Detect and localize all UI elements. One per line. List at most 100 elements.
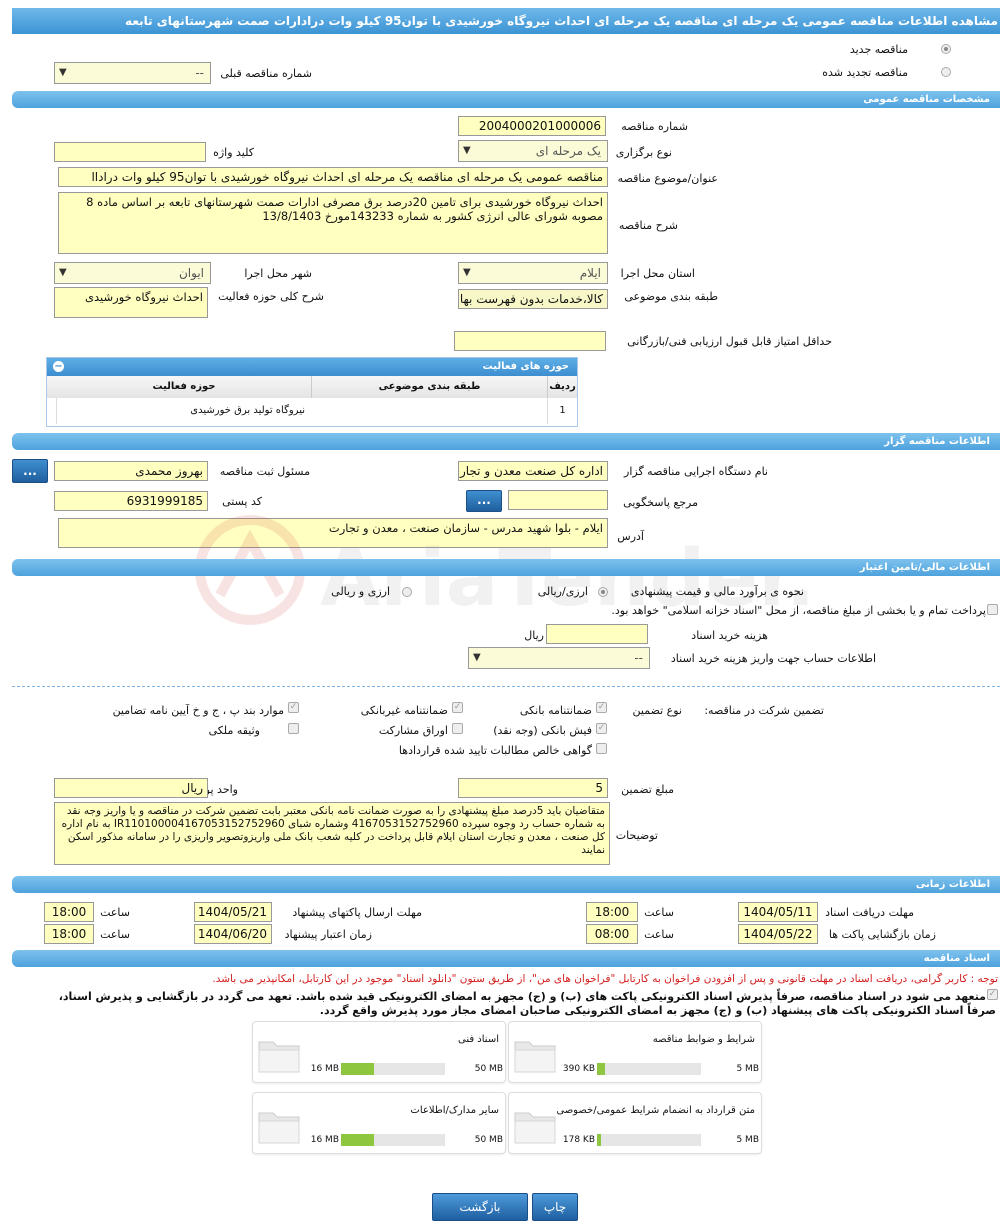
registrar-label: مسئول ثبت مناقصه [219,465,310,478]
city-value: ایوان [178,266,204,280]
rial-fx-radio[interactable] [598,587,608,597]
doc-max-size: 50 MB [474,1135,503,1145]
activity-grid: حوزه های فعالیت − ردیف طبقه بندی موضوعی … [46,357,578,427]
holding-type-select[interactable]: یک مرحله ای ▼ [458,140,608,162]
documents-section-header: اسناد مناقصه [12,950,1000,967]
keyword-label: کلید واژه [213,146,254,159]
bylaw-items-label: موارد بند پ ، ج و خ آیین نامه تضامین [112,704,284,717]
property-pledge-checkbox[interactable] [288,723,299,734]
doc-usage-fill [597,1063,606,1075]
doc-card-conditions[interactable]: شرایط و ضوابط مناقصه 390 KB 5 MB [508,1021,762,1083]
bank-receipt-label: فیش بانکی (وجه نقد) [493,724,592,737]
rial-fx-label: ارزی/ریالی [537,585,588,598]
nonbank-guarantee-checkbox[interactable]: ✓ [452,702,463,713]
net-claims-checkbox[interactable] [596,743,607,754]
doc-usage-fill [597,1134,602,1146]
keyword-field [54,142,206,162]
doc-name: شرایط و ضوابط مناقصه [652,1034,755,1045]
tender-number-field: 2004000201000006 [458,116,606,136]
address-label: آدرس [617,530,644,543]
partnership-bonds-checkbox[interactable] [452,723,463,734]
registrar-lookup-button[interactable]: ... [12,459,48,483]
agency-field: اداره کل صنعت معدن و تجارت [458,461,608,481]
doc-cost-unit: ریال [524,629,544,642]
page-title: مشاهده اطلاعات مناقصه عمومی یک مرحله ای … [12,8,1000,34]
description-label: شرح مناقصه [618,219,678,232]
doc-name: سایر مدارک/اطلاعات [410,1105,499,1116]
doc-card-technical[interactable]: اسناد فنی 16 MB 50 MB [252,1021,506,1083]
doc-name: اسناد فنی [458,1034,499,1045]
holding-type-value: یک مرحله ای [535,144,601,158]
collapse-icon[interactable]: − [53,361,64,372]
doc-used-size: 390 KB [562,1064,595,1074]
province-select[interactable]: ایلام ▼ [458,262,608,284]
validity-label: زمان اعتبار پیشنهاد [284,928,372,941]
chevron-down-icon: ▼ [59,267,67,278]
activity-desc-label: شرح کلی حوزه فعالیت [218,290,324,303]
min-score-field [454,331,606,351]
back-button[interactable]: بازگشت [432,1193,528,1221]
doc-used-size: 16 MB [310,1064,339,1074]
nonbank-guarantee-label: ضمانتنامه غیربانکی [360,704,448,717]
participation-guarantee-label: تضمین شرکت در مناقصه: [704,704,824,717]
prev-tender-select[interactable]: -- ▼ [54,62,211,84]
doc-max-size: 5 MB [736,1135,759,1145]
new-tender-label: مناقصه جدید [849,43,908,56]
notes-label: توضیحات [615,829,658,842]
doc-name: متن قرارداد به انضمام شرایط عمومی/خصوصی [556,1105,755,1116]
reference-lookup-button[interactable]: ... [466,490,502,512]
row-field: نیروگاه تولید برق خورشیدی [56,398,311,424]
description-field: احداث نیروگاه خورشیدی برای تامین 20درصد … [58,192,608,254]
receive-deadline-date: 1404/05/11 [738,902,818,922]
doc-usage-bar [597,1134,701,1146]
chevron-down-icon: ▼ [473,652,481,663]
bank-receipt-checkbox[interactable]: ✓ [596,723,607,734]
receive-deadline-label: مهلت دریافت اسناد [825,906,914,919]
col-row-header: ردیف [547,376,577,398]
renewed-tender-radio[interactable] [941,67,951,77]
doc-usage-fill [341,1134,375,1146]
city-select[interactable]: ایوان ▼ [54,262,211,284]
doc-card-contract[interactable]: متن قرارداد به انضمام شرایط عمومی/خصوصی … [508,1092,762,1154]
category-field: کالا،خدمات بدون فهرست بها [458,289,608,309]
doc-cost-field [546,624,648,644]
property-pledge-label: وثیقه ملکی [208,724,260,737]
reference-label: مرجع پاسخگویی [623,496,698,509]
account-select[interactable]: -- ▼ [468,647,650,669]
category-label: طبقه بندی موضوعی [624,290,718,303]
documents-notice: توجه : کاربر گرامی، دریافت اسناد در مهلت… [212,973,998,985]
commitment-checkbox[interactable]: ✓ [987,989,998,1000]
opening-label: زمان بازگشایی پاکت ها [828,928,936,941]
bank-guarantee-label: ضمانتنامه بانکی [519,704,592,717]
tender-number-label: شماره مناقصه [621,120,688,133]
general-section-header: مشخصات مناقصه عمومی [12,91,1000,108]
receive-time-label: ساعت [644,906,674,919]
postal-code-field: 6931999185 [54,491,208,511]
partnership-bonds-label: اوراق مشارکت [378,724,448,737]
organizer-section-header: اطلاعات مناقصه گزار [12,433,1000,450]
fx-and-rial-label: ارزی و ریالی [331,585,390,598]
subject-field: مناقصه عمومی یک مرحله ای مناقصه یک مرحله… [58,167,608,187]
guarantee-amount-field: 5 [458,778,608,798]
registrar-field: بهروز محمدی [54,461,208,481]
doc-max-size: 5 MB [736,1064,759,1074]
province-label: استان محل اجرا [620,267,695,280]
table-row[interactable]: 1 نیروگاه تولید برق خورشیدی [47,398,577,426]
guarantee-amount-label: مبلغ تضمین [621,783,674,796]
row-number: 1 [547,398,577,424]
fx-and-rial-radio[interactable] [402,587,412,597]
bank-guarantee-checkbox[interactable]: ✓ [596,702,607,713]
send-deadline-time: 18:00 [44,902,94,922]
send-time-label: ساعت [100,906,130,919]
validity-time-label: ساعت [100,928,130,941]
print-button[interactable]: چاپ [532,1193,578,1221]
doc-usage-bar [341,1063,445,1075]
treasury-checkbox[interactable] [987,604,998,615]
new-tender-radio[interactable] [941,44,951,54]
bylaw-items-checkbox[interactable]: ✓ [288,702,299,713]
agency-label: نام دستگاه اجرایی مناقصه گزار [624,465,768,478]
doc-card-other[interactable]: سایر مدارک/اطلاعات 16 MB 50 MB [252,1092,506,1154]
notes-field: متقاضیان باید 5درصد مبلغ پیشنهادی را به … [54,802,610,865]
currency-field: ریال [54,778,208,798]
prev-tender-value: -- [195,66,204,80]
